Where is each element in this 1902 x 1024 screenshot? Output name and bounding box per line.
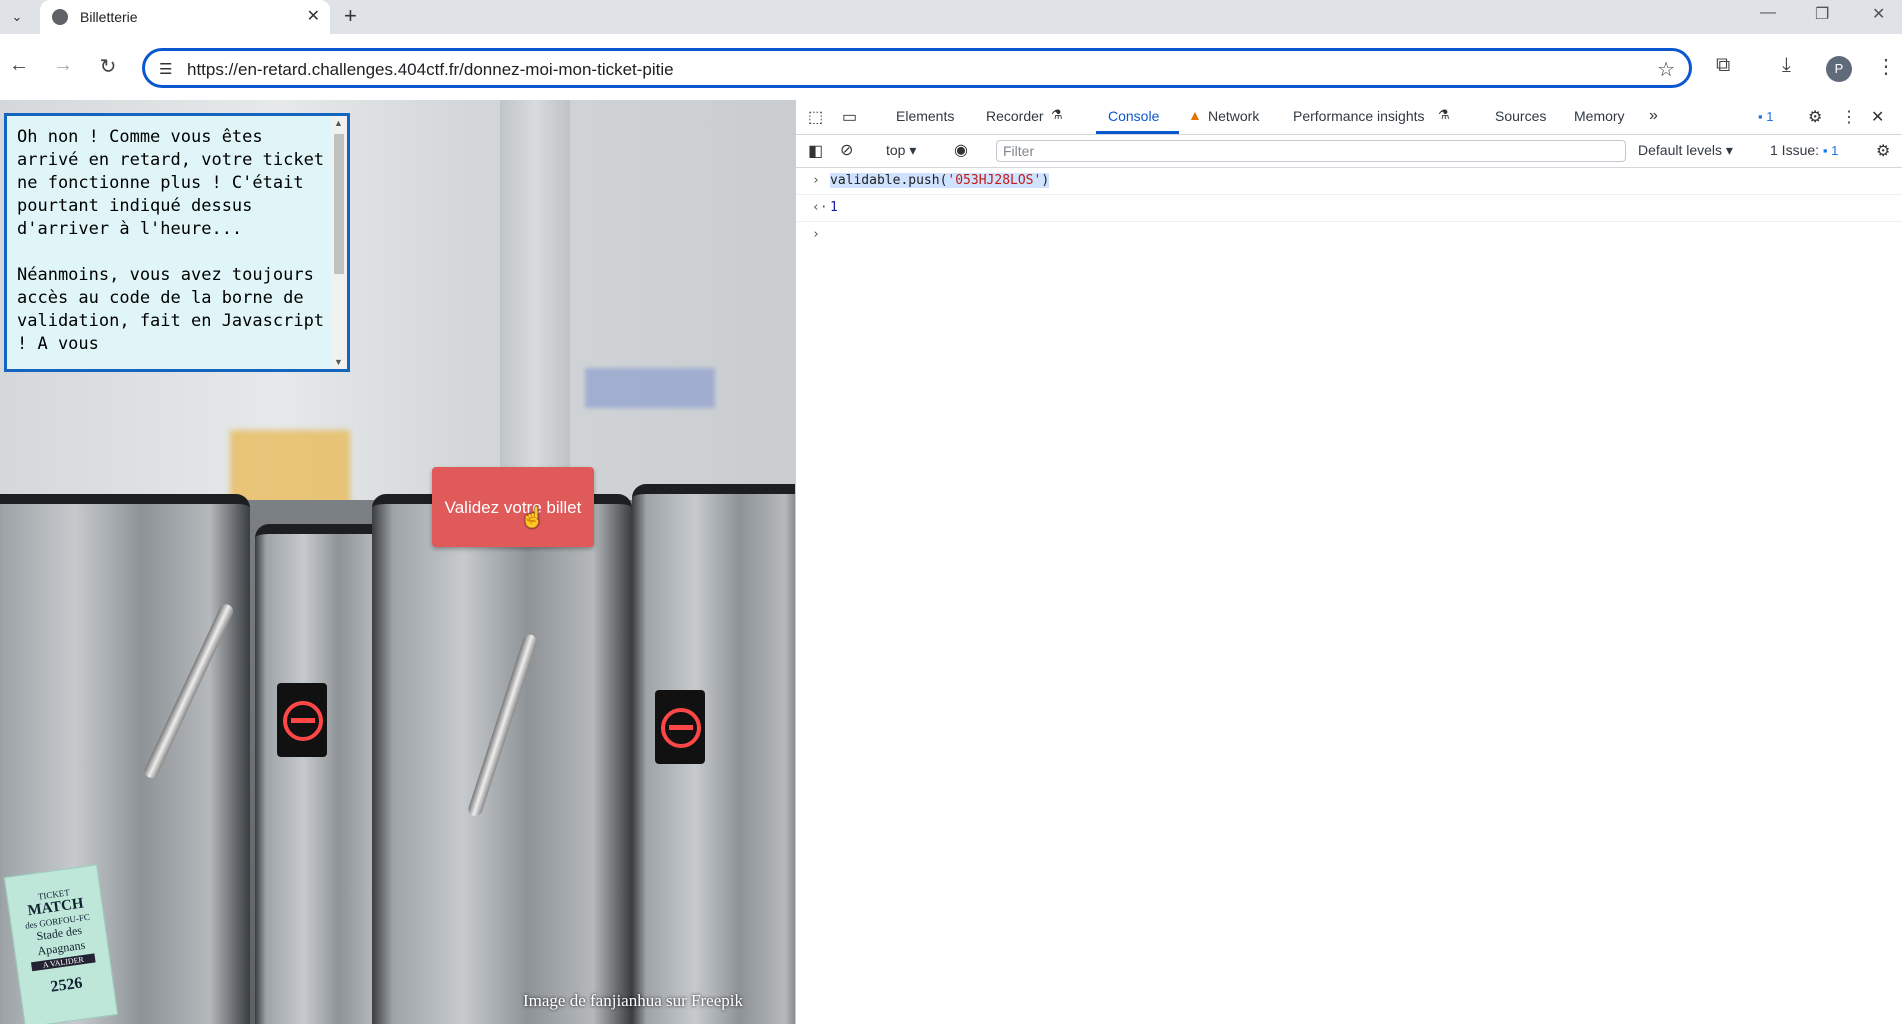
console-result: 1 — [830, 200, 838, 215]
profile-avatar[interactable]: P — [1826, 56, 1852, 82]
address-bar[interactable]: ☰ https://en-retard.challenges.404ctf.fr… — [142, 48, 1692, 88]
tab-console[interactable]: Console — [1108, 108, 1159, 124]
tab-billetterie[interactable]: Billetterie ✕ — [40, 0, 330, 34]
clear-console-icon[interactable]: ⊘ — [840, 140, 853, 160]
new-tab-button[interactable]: + — [344, 3, 357, 29]
issues-counter[interactable]: 1 Issue: ▪ 1 — [1770, 142, 1838, 158]
devtools-panel: ⬚ ▭ Elements Recorder ⚗ Console ▲ Networ… — [795, 100, 1902, 1024]
background-sign — [585, 368, 715, 408]
no-entry-icon — [277, 683, 327, 757]
devtools-close-icon[interactable]: ✕ — [1871, 107, 1884, 127]
no-entry-icon — [655, 690, 705, 764]
inspect-element-icon[interactable]: ⬚ — [808, 107, 823, 127]
validate-ticket-button[interactable]: Validez votre billet — [432, 467, 594, 547]
restore-icon[interactable]: ❐ — [1815, 4, 1829, 24]
tab-performance-insights[interactable]: Performance insights — [1293, 108, 1425, 124]
context-selector[interactable]: top ▾ — [886, 142, 916, 159]
console-command[interactable]: validable.push('053HJ28LOS') — [830, 173, 1050, 188]
tab-network[interactable]: Network — [1208, 108, 1259, 124]
minimize-icon[interactable]: — — [1760, 4, 1776, 22]
extensions-icon[interactable]: ⧉ — [1716, 54, 1730, 77]
background-pillar — [500, 100, 570, 470]
turnstile-gate — [372, 494, 632, 1024]
settings-gear-icon[interactable]: ⚙ — [1808, 107, 1822, 127]
intro-textarea[interactable]: Oh non ! Comme vous êtes arrivé en retar… — [4, 113, 350, 372]
download-icon[interactable]: ⤓ — [1782, 54, 1791, 77]
console-prompt-line[interactable]: › — [796, 222, 1902, 248]
flask-icon: ⚗ — [1051, 107, 1063, 122]
result-arrow-icon: ‹· — [812, 200, 828, 215]
title-bar: ⌄ Billetterie ✕ + — ❐ ✕ — [0, 0, 1902, 34]
live-expression-eye-icon[interactable]: ◉ — [954, 140, 968, 160]
intro-text: Oh non ! Comme vous êtes arrivé en retar… — [17, 127, 325, 354]
devtools-menu-icon[interactable]: ⋮ — [1841, 107, 1857, 127]
console-result-line: ‹· 1 — [796, 195, 1902, 222]
background-crowd — [230, 430, 350, 510]
image-credit[interactable]: Image de fanjianhua sur Freepik — [523, 991, 743, 1011]
back-arrow-icon[interactable]: ← — [7, 54, 31, 77]
tab-title: Billetterie — [80, 9, 138, 25]
tab-recorder[interactable]: Recorder — [986, 108, 1044, 124]
site-info-icon[interactable]: ☰ — [159, 60, 172, 78]
flask-icon: ⚗ — [1438, 107, 1450, 122]
devtools-tabbar: ⬚ ▭ Elements Recorder ⚗ Console ▲ Networ… — [796, 100, 1902, 135]
scroll-down-icon[interactable]: ▼ — [334, 357, 343, 367]
globe-icon — [52, 9, 68, 25]
tab-elements[interactable]: Elements — [896, 108, 954, 124]
more-tabs-icon[interactable]: » — [1649, 107, 1658, 125]
tab-sources[interactable]: Sources — [1495, 108, 1546, 124]
prompt-chevron-icon: › — [812, 227, 820, 242]
tab-close-icon[interactable]: ✕ — [307, 6, 320, 26]
forward-arrow-icon[interactable]: → — [51, 54, 75, 77]
scroll-up-icon[interactable]: ▲ — [334, 118, 343, 128]
textarea-scrollbar[interactable]: ▲ ▼ — [331, 116, 347, 369]
hand-cursor-icon: ☝ — [520, 507, 545, 529]
console-settings-gear-icon[interactable]: ⚙ — [1876, 141, 1890, 161]
window-close-icon[interactable]: ✕ — [1872, 4, 1885, 24]
tab-search-chevron-icon[interactable]: ⌄ — [6, 6, 28, 28]
browser-toolbar: ← → ↻ ☰ https://en-retard.challenges.404… — [0, 34, 1902, 101]
url-text[interactable]: https://en-retard.challenges.404ctf.fr/d… — [187, 60, 674, 80]
console-filter-input[interactable]: Filter — [996, 140, 1626, 162]
reload-icon[interactable]: ↻ — [96, 54, 120, 79]
scrollbar-thumb[interactable] — [334, 134, 344, 274]
log-levels-dropdown[interactable]: Default levels ▾ — [1638, 142, 1733, 159]
bookmark-star-icon[interactable]: ☆ — [1657, 57, 1675, 82]
sidebar-toggle-icon[interactable]: ◧ — [808, 141, 823, 161]
tab-memory[interactable]: Memory — [1574, 108, 1625, 124]
console-input-line[interactable]: › validable.push('053HJ28LOS') — [796, 168, 1902, 195]
menu-kebab-icon[interactable]: ⋮ — [1876, 54, 1896, 79]
console-toolbar: ◧ ⊘ top ▾ ◉ Filter Default levels ▾ 1 Is… — [796, 135, 1902, 168]
device-toolbar-icon[interactable]: ▭ — [842, 107, 857, 127]
expand-chevron-icon[interactable]: › — [812, 173, 820, 188]
messages-badge[interactable]: ▪ 1 — [1758, 109, 1773, 124]
console-output: › validable.push('053HJ28LOS') ‹· 1 › — [796, 168, 1902, 248]
active-tab-indicator — [1096, 131, 1179, 134]
warning-icon: ▲ — [1188, 107, 1202, 123]
